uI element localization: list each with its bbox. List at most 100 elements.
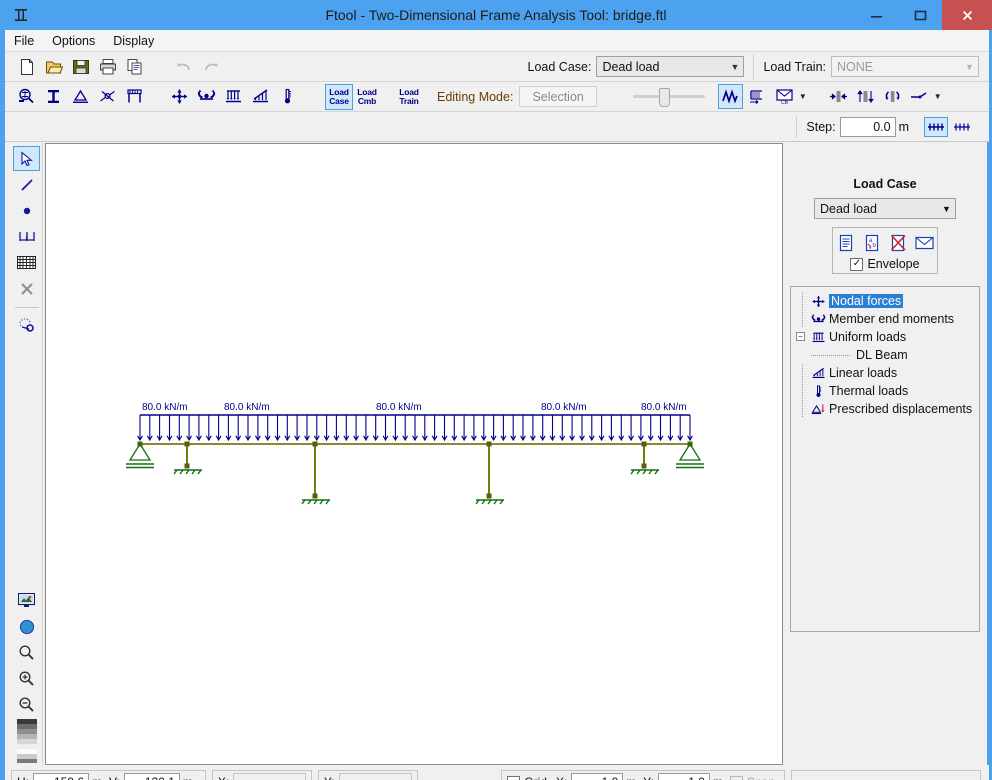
new-load-case-button[interactable] [835,232,858,254]
step-input[interactable]: 0.0 [840,117,896,137]
load-train-button[interactable]: Load Train [395,84,423,110]
right-panel-load-case-combo[interactable]: Dead load ▼ [814,198,956,219]
linear-loads-button[interactable] [248,84,273,109]
nodal-forces-button[interactable] [167,84,192,109]
axial-force-diagram-button[interactable] [826,84,851,109]
zoom-tool-button[interactable] [13,640,40,665]
grid-checkbox[interactable] [507,776,520,780]
model-canvas[interactable]: 80.0 kN/m 80.0 kN/m 80.0 kN/m 80.0 kN/m … [45,143,783,765]
undo-arrow-icon [175,58,193,76]
thermal-loads-button[interactable] [275,84,300,109]
dimension-tool-button[interactable]: L [13,224,40,249]
delete-load-case-button[interactable] [887,232,910,254]
tree-item-nodal-forces[interactable]: Nodal forces [791,292,979,310]
load-train-button-line2: Train [399,97,418,106]
delete-tool-button[interactable] [13,276,40,301]
load-combination-button[interactable]: Load Cmb [353,84,381,110]
uniform-loads-button[interactable] [221,84,246,109]
zoom-out-button[interactable] [13,692,40,717]
redo-button[interactable] [198,54,223,79]
load-tree[interactable]: Nodal forces Member end momen [790,286,980,632]
fit-window-button[interactable] [13,588,40,613]
global-view-button[interactable] [13,614,40,639]
deflection-diagram-button[interactable] [907,84,932,109]
shear-force-diagram-button[interactable] [853,84,878,109]
grid-tool-button[interactable] [13,250,40,275]
tree-item-uniform-loads[interactable]: − Uniform loads [791,328,979,346]
new-file-button[interactable] [14,54,39,79]
load-label-3: 80.0 kN/m [376,402,422,413]
editing-mode-value[interactable]: Selection [519,86,596,107]
minimize-button[interactable] [854,0,898,30]
uniform-load-icon [224,87,243,106]
load-labels: 80.0 kN/m 80.0 kN/m 80.0 kN/m 80.0 kN/m … [142,402,687,413]
slider-thumb[interactable] [659,88,670,107]
frame-model-button[interactable] [122,84,147,109]
globe-icon [19,619,35,635]
support-group [126,444,704,504]
grid-x-input[interactable]: 1.0 [571,773,623,780]
scale-strip[interactable] [13,718,40,764]
member-end-moments-button[interactable] [194,84,219,109]
maximize-button[interactable] [898,0,942,30]
tree-item-linear-loads[interactable]: Linear loads [791,364,979,382]
v-input[interactable]: 130.1 [124,773,180,780]
tree-item-label: Thermal loads [829,384,908,398]
envelope-checkbox[interactable]: ✓ [850,258,863,271]
member-properties-button[interactable] [14,84,39,109]
step-marks-on-button[interactable] [924,117,948,137]
display-scale-slider[interactable] [633,84,705,110]
line-icon [19,177,35,193]
node-tool-button[interactable] [13,198,40,223]
diagram-results-button[interactable] [718,84,743,109]
cross-section-button[interactable] [41,84,66,109]
open-file-button[interactable] [41,54,66,79]
tree-item-thermal-loads[interactable]: Thermal loads [791,382,979,400]
bending-moment-diagram-button[interactable] [880,84,905,109]
chevron-down-icon[interactable]: ▼ [799,92,807,101]
x-coord-value[interactable] [233,773,306,780]
h-input[interactable]: 159.6 [33,773,89,780]
i-beam-icon [44,87,63,106]
load-train-combo[interactable]: NONE ▼ [831,56,979,77]
load-case-combo[interactable]: Dead load ▼ [596,56,744,77]
load-case-button[interactable]: Load Case [325,84,353,110]
hinges-button[interactable] [95,84,120,109]
undo-button[interactable] [171,54,196,79]
step-marks-off-button[interactable] [950,117,974,137]
snap-tool-button[interactable] [13,313,40,338]
tree-item-dl-beam[interactable]: DL Beam [791,346,979,364]
menu-display[interactable]: Display [104,31,163,51]
tree-item-prescribed-displacements[interactable]: Prescribed displacements [791,400,979,418]
envelope-cb-button[interactable]: CB [772,84,797,109]
line-tool-button[interactable] [13,172,40,197]
envelope-checkbox-row[interactable]: ✓ Envelope [833,257,937,271]
copy-button[interactable] [122,54,147,79]
chevron-down-icon[interactable]: ▼ [934,92,942,101]
close-button[interactable] [942,0,992,30]
grid-y-input[interactable]: 1.0 [658,773,710,780]
zoom-in-button[interactable] [13,666,40,691]
right-panel-title: Load Case [785,177,985,191]
save-file-button[interactable] [68,54,93,79]
grid-x-unit: m [626,775,636,780]
support-triangle-icon [71,87,90,106]
y-coord-value[interactable] [339,773,412,780]
deformed-shape-icon [748,88,766,106]
message-area [791,770,981,780]
print-button[interactable] [95,54,120,79]
deformed-shape-button[interactable] [745,84,770,109]
tree-expander[interactable]: − [795,328,809,346]
menu-file[interactable]: File [5,31,43,51]
supports-button[interactable] [68,84,93,109]
envelope-button[interactable] [913,232,936,254]
rename-load-case-button[interactable]: a b [861,232,884,254]
tree-item-member-end-moments[interactable]: Member end moments [791,310,979,328]
chevron-down-icon: ▼ [961,57,978,76]
menu-options[interactable]: Options [43,31,104,51]
chevron-down-icon: ▼ [726,57,743,76]
load-case-button-line2: Case [329,97,349,106]
snap-checkbox[interactable] [730,776,743,780]
linear-load-icon [251,87,270,106]
select-tool-button[interactable] [13,146,40,171]
